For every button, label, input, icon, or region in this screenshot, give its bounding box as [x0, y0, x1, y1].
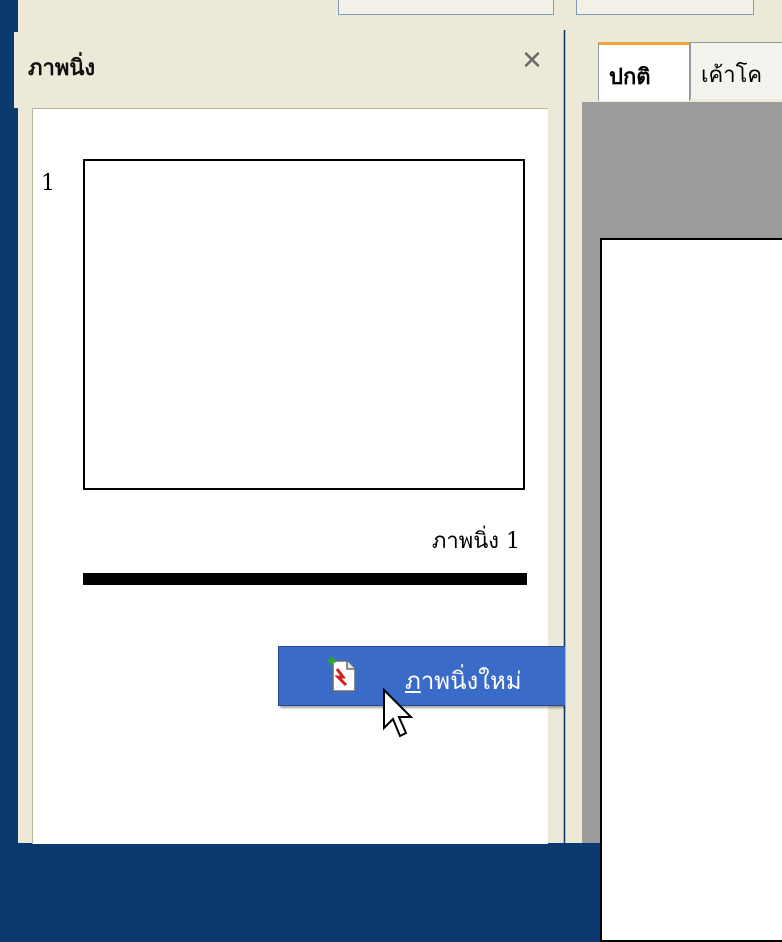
slide-number: 1: [41, 171, 55, 196]
slide-name: ภาพนิ่ง 1: [431, 529, 520, 554]
tab-outline[interactable]: เค้าโค: [690, 42, 782, 99]
toolbar-field[interactable]: [576, 0, 754, 15]
menu-item-label: ภาพนิ่งใหม่: [405, 661, 522, 700]
insertion-marker: [83, 573, 527, 585]
mouse-cursor-icon: [383, 688, 414, 738]
slides-panel-header: ภาพนิ่ง ✕: [14, 32, 549, 108]
tab-normal[interactable]: ปกติ: [598, 42, 690, 101]
editor-area: ปกติ เค้าโค: [565, 30, 782, 942]
slide-canvas[interactable]: [600, 238, 782, 942]
tab-label: เค้าโค: [701, 63, 763, 88]
close-panel-button[interactable]: ✕: [519, 48, 545, 74]
top-toolbar-strip: [18, 0, 782, 30]
slide-thumbnail[interactable]: [83, 159, 525, 490]
menu-item-label-rest: าพนิ่งใหม่: [420, 667, 522, 695]
tab-label: ปกติ: [609, 64, 651, 90]
toolbar-field[interactable]: [338, 0, 554, 15]
context-menu: ภาพนิ่งใหม่: [278, 646, 590, 706]
panel-title: ภาพนิ่ง: [28, 55, 96, 81]
new-slide-icon: [328, 657, 356, 692]
slides-pane[interactable]: 1 ภาพนิ่ง 1: [32, 108, 548, 844]
menu-item-new-slide[interactable]: ภาพนิ่งใหม่: [279, 647, 589, 705]
